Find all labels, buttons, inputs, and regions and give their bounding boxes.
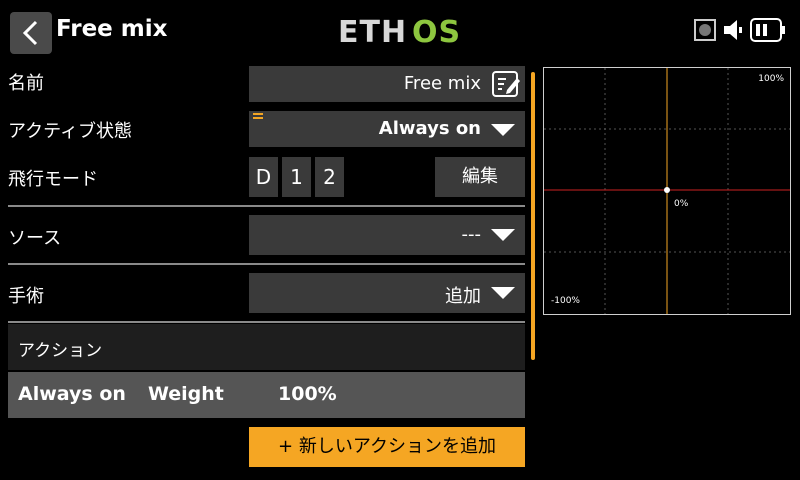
status-icons bbox=[694, 18, 786, 42]
flight-mode-2[interactable]: 2 bbox=[315, 157, 344, 197]
logo-text-os: OS bbox=[412, 16, 461, 46]
top-bar: Free mix ETH OS bbox=[0, 0, 800, 60]
speaker-icon bbox=[724, 20, 742, 40]
divider bbox=[8, 321, 525, 323]
chevron-down-icon bbox=[491, 287, 515, 299]
source-label: ソース bbox=[8, 228, 62, 249]
graph-center-label: 0% bbox=[674, 199, 689, 209]
operation-label: 手術 bbox=[8, 286, 44, 307]
graph-point bbox=[664, 187, 670, 193]
graph-min-label: -100% bbox=[551, 296, 580, 306]
actions-section-header: アクション bbox=[8, 324, 525, 370]
flight-mode-1[interactable]: 1 bbox=[282, 157, 311, 197]
active-state-value: Always on bbox=[378, 118, 481, 139]
edit-flight-modes-button[interactable]: 編集 bbox=[435, 157, 525, 197]
divider bbox=[8, 205, 525, 207]
action-value: 100% bbox=[278, 383, 337, 405]
record-indicator-icon bbox=[694, 19, 716, 41]
action-trigger: Always on bbox=[18, 383, 126, 405]
list-indicator-icon bbox=[253, 113, 263, 121]
action-type: Weight bbox=[148, 383, 224, 405]
name-field[interactable]: Free mix bbox=[249, 66, 525, 102]
action-row[interactable]: Always on Weight 100% bbox=[8, 372, 525, 418]
chevron-down-icon bbox=[491, 124, 515, 136]
battery-icon bbox=[750, 18, 785, 42]
edit-pencil-icon bbox=[492, 71, 520, 97]
graph-canvas bbox=[544, 68, 790, 314]
operation-value: 追加 bbox=[445, 286, 481, 307]
back-button[interactable] bbox=[10, 12, 52, 54]
active-state-dropdown[interactable]: Always on bbox=[249, 111, 525, 147]
source-dropdown[interactable]: --- bbox=[249, 215, 525, 255]
name-value: Free mix bbox=[403, 73, 481, 94]
ethos-logo: ETH OS bbox=[338, 16, 461, 46]
divider bbox=[8, 263, 525, 265]
active-state-label: アクティブ状態 bbox=[8, 121, 133, 142]
name-label: 名前 bbox=[8, 73, 44, 94]
page-title: Free mix bbox=[56, 16, 168, 42]
chevron-down-icon bbox=[491, 229, 515, 241]
logo-text-eth: ETH bbox=[338, 16, 407, 46]
mix-curve-graph: 100% 0% -100% bbox=[543, 67, 791, 315]
actions-header-label: アクション bbox=[18, 341, 103, 361]
scrollbar[interactable] bbox=[531, 72, 535, 360]
back-chevron-icon bbox=[22, 20, 38, 46]
graph-max-label: 100% bbox=[758, 74, 784, 84]
flight-mode-label: 飛行モード bbox=[8, 169, 98, 190]
add-action-button[interactable]: + 新しいアクションを追加 bbox=[249, 427, 525, 467]
source-value: --- bbox=[461, 224, 482, 245]
flight-mode-d[interactable]: D bbox=[249, 157, 278, 197]
operation-dropdown[interactable]: 追加 bbox=[249, 273, 525, 313]
